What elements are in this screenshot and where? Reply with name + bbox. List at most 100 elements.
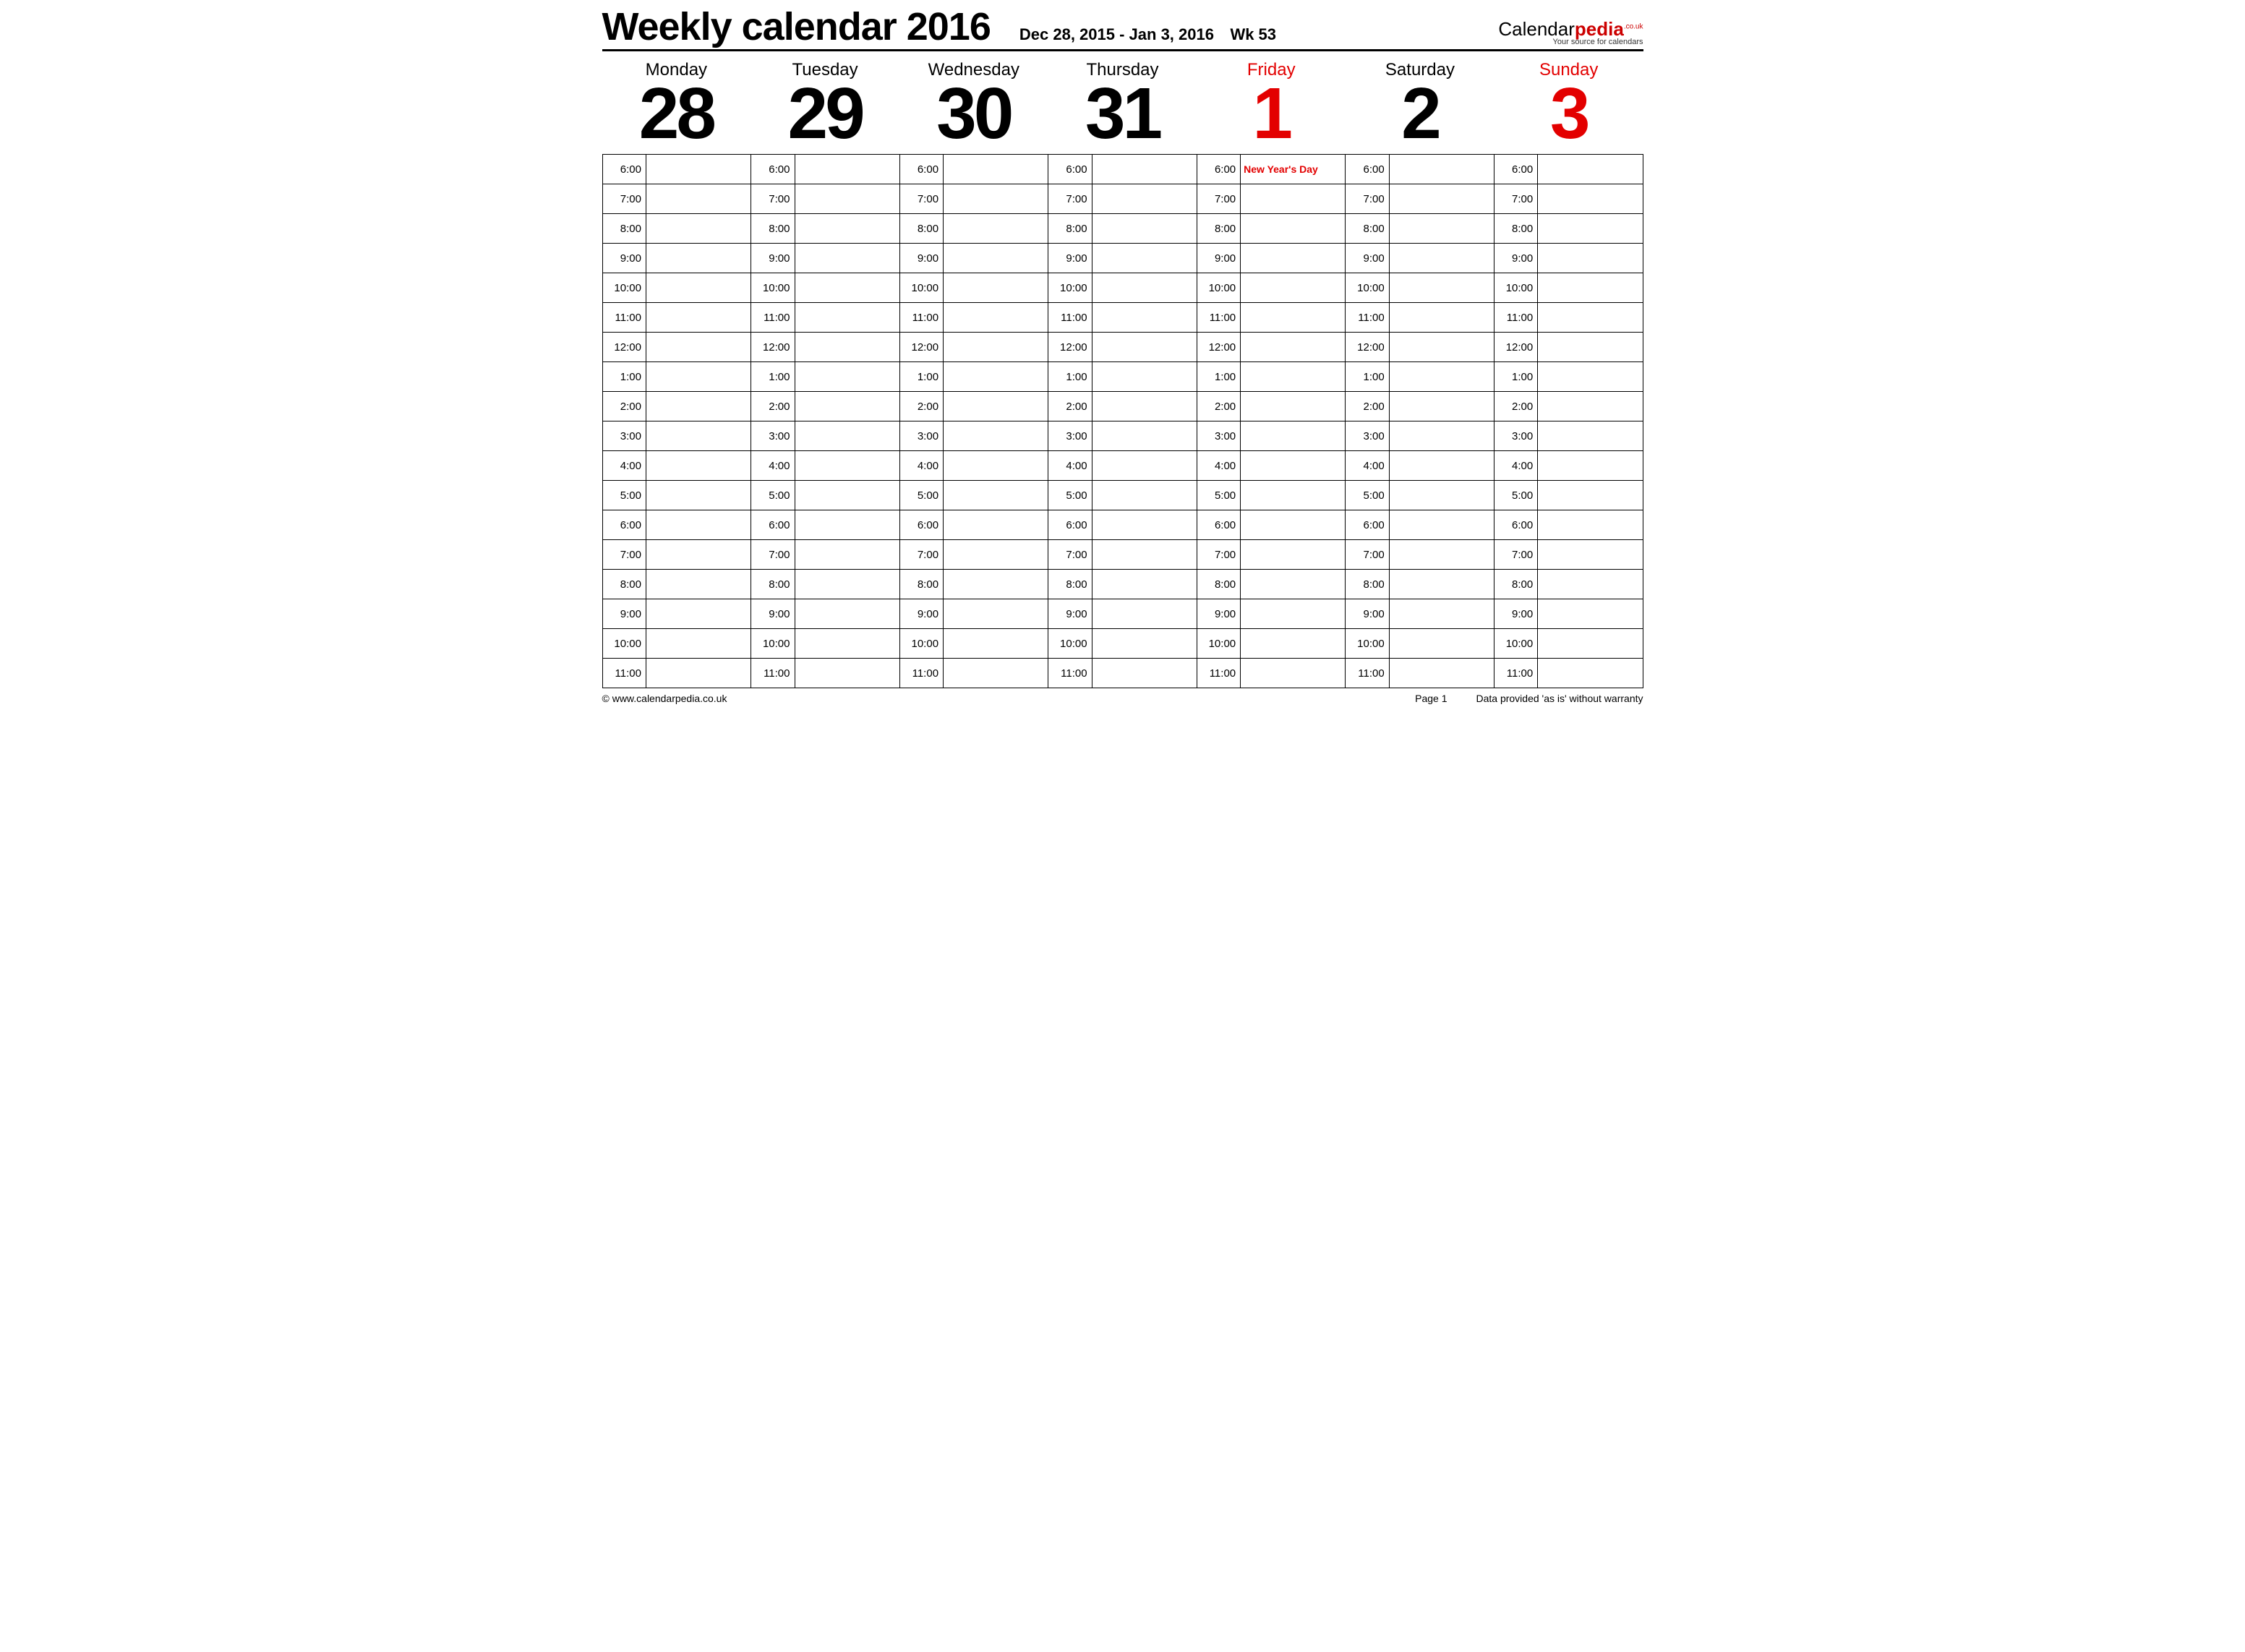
event-cell xyxy=(944,629,1048,659)
time-label: 3:00 xyxy=(1197,421,1240,451)
event-cell xyxy=(1241,273,1346,303)
time-label: 5:00 xyxy=(1197,481,1240,510)
hour-row: 1:001:001:001:001:001:001:00 xyxy=(602,362,1643,392)
event-cell xyxy=(944,303,1048,333)
time-label: 2:00 xyxy=(1346,392,1389,421)
time-label: 11:00 xyxy=(899,659,943,688)
time-label: 7:00 xyxy=(602,540,646,570)
time-label: 1:00 xyxy=(1197,362,1240,392)
header-meta: Dec 28, 2015 - Jan 3, 2016 Wk 53 xyxy=(1019,25,1276,44)
event-cell xyxy=(1538,214,1643,244)
event-cell xyxy=(944,481,1048,510)
time-label: 9:00 xyxy=(1048,244,1092,273)
event-cell xyxy=(646,333,751,362)
time-label: 1:00 xyxy=(1346,362,1389,392)
event-cell xyxy=(944,214,1048,244)
event-cell xyxy=(1389,214,1494,244)
event-cell xyxy=(944,421,1048,451)
time-label: 4:00 xyxy=(751,451,795,481)
time-label: 8:00 xyxy=(899,214,943,244)
time-label: 11:00 xyxy=(1494,303,1537,333)
time-label: 7:00 xyxy=(1048,540,1092,570)
event-cell xyxy=(944,451,1048,481)
hour-row: 11:0011:0011:0011:0011:0011:0011:00 xyxy=(602,659,1643,688)
day-header: Wednesday30 xyxy=(899,57,1048,154)
footer-copyright: © www.calendarpedia.co.uk xyxy=(602,693,727,704)
event-cell xyxy=(646,362,751,392)
time-label: 1:00 xyxy=(1494,362,1537,392)
event-cell xyxy=(1092,273,1197,303)
event-cell xyxy=(646,184,751,214)
day-header: Thursday31 xyxy=(1048,57,1197,154)
event-cell xyxy=(795,214,899,244)
time-label: 11:00 xyxy=(1346,303,1389,333)
event-cell xyxy=(1538,273,1643,303)
event-cell xyxy=(1092,244,1197,273)
hour-row: 8:008:008:008:008:008:008:00 xyxy=(602,214,1643,244)
event-cell xyxy=(1538,184,1643,214)
time-label: 8:00 xyxy=(1048,570,1092,599)
time-label: 9:00 xyxy=(1197,599,1240,629)
event-cell xyxy=(795,362,899,392)
event-cell xyxy=(1241,659,1346,688)
time-label: 10:00 xyxy=(1048,273,1092,303)
time-label: 3:00 xyxy=(1346,421,1389,451)
event-cell xyxy=(1538,303,1643,333)
day-number: 30 xyxy=(899,77,1048,150)
time-label: 1:00 xyxy=(602,362,646,392)
time-label: 3:00 xyxy=(1048,421,1092,451)
event-cell xyxy=(1092,659,1197,688)
event-cell xyxy=(1389,244,1494,273)
hour-row: 5:005:005:005:005:005:005:00 xyxy=(602,481,1643,510)
time-label: 7:00 xyxy=(1197,540,1240,570)
time-label: 11:00 xyxy=(751,303,795,333)
time-label: 1:00 xyxy=(1048,362,1092,392)
event-cell xyxy=(1241,570,1346,599)
event-cell xyxy=(1241,540,1346,570)
time-label: 11:00 xyxy=(1048,303,1092,333)
event-cell xyxy=(1092,629,1197,659)
event-cell xyxy=(1538,392,1643,421)
time-label: 7:00 xyxy=(899,540,943,570)
event-cell xyxy=(646,510,751,540)
hour-row: 9:009:009:009:009:009:009:00 xyxy=(602,599,1643,629)
logo-text-left: Calendar xyxy=(1498,18,1575,40)
time-label: 11:00 xyxy=(1494,659,1537,688)
event-cell xyxy=(1241,451,1346,481)
event-cell xyxy=(795,629,899,659)
footer: © www.calendarpedia.co.uk Page 1 Data pr… xyxy=(602,688,1643,704)
event-cell xyxy=(646,392,751,421)
time-label: 8:00 xyxy=(751,570,795,599)
time-label: 7:00 xyxy=(1494,184,1537,214)
time-label: 12:00 xyxy=(899,333,943,362)
event-cell xyxy=(1538,333,1643,362)
event-cell xyxy=(1389,184,1494,214)
day-header: Monday28 xyxy=(602,57,751,154)
event-cell xyxy=(646,155,751,184)
event-cell xyxy=(1538,570,1643,599)
time-label: 9:00 xyxy=(602,599,646,629)
event-cell xyxy=(1389,273,1494,303)
event-cell xyxy=(1389,481,1494,510)
time-label: 5:00 xyxy=(1048,481,1092,510)
event-cell xyxy=(944,273,1048,303)
event-cell xyxy=(1092,570,1197,599)
event-cell xyxy=(1241,629,1346,659)
event-cell xyxy=(1538,659,1643,688)
time-label: 5:00 xyxy=(1346,481,1389,510)
time-label: 7:00 xyxy=(1494,540,1537,570)
event-cell xyxy=(795,659,899,688)
page-title: Weekly calendar 2016 xyxy=(602,7,991,46)
time-label: 8:00 xyxy=(1197,214,1240,244)
header-left: Weekly calendar 2016 Dec 28, 2015 - Jan … xyxy=(602,7,1277,46)
time-label: 12:00 xyxy=(751,333,795,362)
time-label: 6:00 xyxy=(751,155,795,184)
time-label: 4:00 xyxy=(1048,451,1092,481)
day-header: Saturday2 xyxy=(1346,57,1494,154)
event-cell xyxy=(1389,392,1494,421)
time-label: 10:00 xyxy=(899,629,943,659)
event-cell xyxy=(944,184,1048,214)
time-label: 8:00 xyxy=(602,570,646,599)
event-cell xyxy=(1092,540,1197,570)
event-cell xyxy=(795,540,899,570)
